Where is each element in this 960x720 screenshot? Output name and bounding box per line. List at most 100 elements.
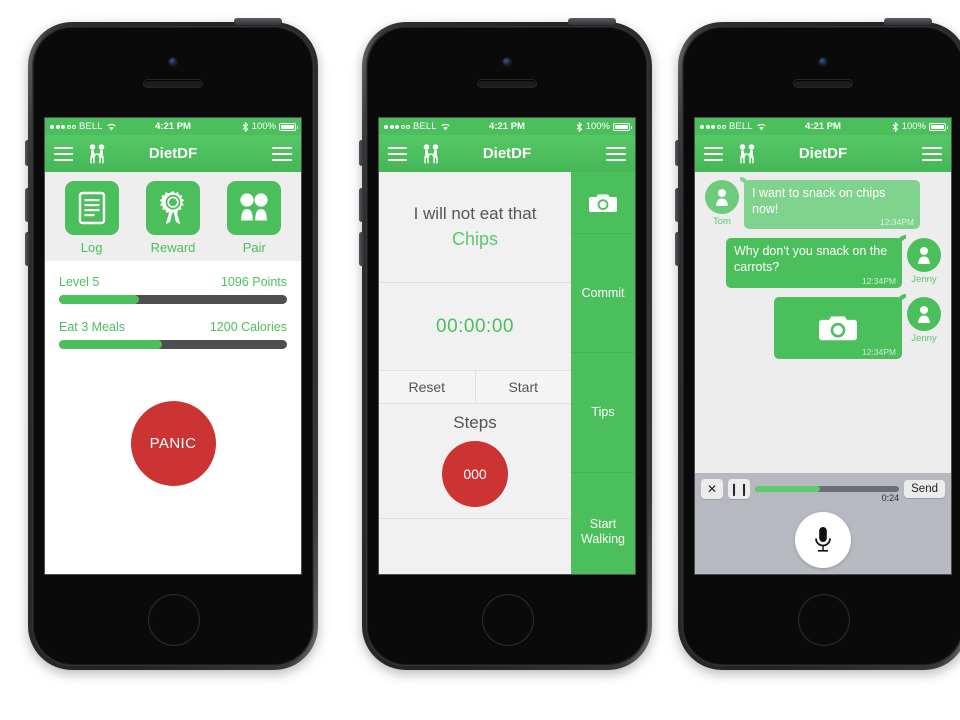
message-bubble[interactable]: I want to snack on chips now! 12:34PM (744, 180, 920, 230)
audio-progress-fill (755, 485, 820, 492)
front-camera (503, 58, 511, 66)
steps-counter[interactable]: 000 (442, 441, 508, 507)
person-icon (918, 305, 930, 323)
audio-elapsed: 0:24 (881, 492, 900, 503)
status-bar-left: BELL (50, 121, 117, 132)
audio-recorder-bar: ✕ ❙❙ 0:24 Send (695, 473, 951, 504)
chat-message: Jenny 12:34PM (702, 296, 944, 359)
signal-strength-icon (50, 124, 76, 129)
reset-button[interactable]: Reset (379, 371, 476, 403)
hamburger-menu-icon-right[interactable] (606, 146, 626, 161)
tile-log[interactable]: Log (56, 181, 128, 255)
pause-icon[interactable]: ❙❙ (728, 478, 750, 499)
home-button[interactable] (148, 594, 200, 646)
side-item-camera[interactable] (571, 172, 635, 234)
home-button[interactable] (798, 594, 850, 646)
document-icon (78, 191, 105, 225)
progress-row-level: Level 5 1096 Points (59, 275, 287, 304)
battery-icon (613, 122, 632, 131)
meals-progress-track (59, 340, 287, 349)
page-title: DietDF (148, 145, 198, 162)
volume-down-button[interactable] (675, 232, 680, 266)
earpiece-speaker (144, 80, 202, 87)
mute-switch[interactable] (359, 140, 364, 166)
avatar[interactable] (907, 296, 941, 331)
level-label: Level 5 (59, 275, 100, 289)
progress-row-level-head: Level 5 1096 Points (59, 275, 287, 289)
side-item-commit[interactable]: Commit (571, 234, 635, 354)
status-bar-left: BELL (384, 121, 451, 132)
volume-down-button[interactable] (359, 232, 364, 266)
calories-label: 1200 Calories (209, 320, 287, 334)
message-time: 12:34PM (861, 346, 896, 357)
message-bubble-photo[interactable]: 12:34PM (774, 296, 902, 359)
close-icon[interactable]: ✕ (701, 478, 723, 499)
hamburger-menu-icon-right[interactable] (272, 146, 292, 161)
side-item-tips[interactable]: Tips (571, 353, 635, 473)
two-people-icon[interactable] (419, 143, 443, 165)
home-button[interactable] (482, 594, 534, 646)
two-people-icon[interactable] (735, 143, 759, 165)
tile-pair[interactable]: Pair (218, 181, 290, 255)
status-bar: BELL 4:21 PM 100% (45, 118, 301, 135)
avatar[interactable] (907, 238, 941, 273)
bluetooth-icon (892, 121, 899, 132)
person-icon (918, 247, 930, 265)
status-bar-right: 100% (892, 121, 948, 132)
mute-switch[interactable] (25, 140, 30, 166)
two-people-icon[interactable] (85, 143, 109, 165)
message-text: Why don't you snack on the carrots? (734, 244, 888, 274)
wifi-icon (440, 123, 450, 131)
start-button[interactable]: Start (476, 371, 572, 403)
camera-icon (589, 193, 617, 212)
send-button[interactable]: Send (904, 479, 945, 498)
volume-down-button[interactable] (25, 232, 30, 266)
carrier-label: BELL (729, 121, 753, 132)
avatar[interactable] (705, 180, 739, 214)
sender-name: Tom (713, 216, 731, 227)
commitment-statement: I will not eat that (413, 204, 537, 223)
power-button[interactable] (234, 18, 282, 25)
two-people-icon (240, 193, 268, 221)
wifi-icon (756, 123, 766, 131)
hamburger-menu-icon[interactable] (388, 146, 407, 161)
tile-log-label: Log (80, 240, 103, 255)
microphone-button[interactable] (795, 512, 851, 568)
mute-switch[interactable] (675, 140, 680, 166)
volume-up-button[interactable] (675, 188, 680, 222)
audio-progress[interactable]: 0:24 (755, 485, 900, 503)
battery-icon (929, 122, 948, 131)
commit-side-menu: Commit Tips Start Walking (571, 172, 635, 574)
hamburger-menu-icon-right[interactable] (922, 146, 942, 161)
shortcut-tiles: Log Reward Pair (45, 172, 301, 261)
earpiece-speaker (478, 80, 536, 87)
battery-icon (279, 122, 298, 131)
volume-up-button[interactable] (359, 188, 364, 222)
status-bar: BELL 4:21 PM 100% (695, 118, 951, 135)
volume-up-button[interactable] (25, 188, 30, 222)
hamburger-menu-icon[interactable] (54, 146, 73, 161)
commit-main-column: I will not eat that Chips 00:00:00 Reset… (379, 172, 571, 574)
level-progress-track (59, 295, 287, 304)
chat-thread[interactable]: Tom I want to snack on chips now! 12:34P… (695, 172, 951, 473)
timer-card: 00:00:00 (379, 283, 571, 371)
phone-3: BELL 4:21 PM 100% DietDF Tom I want to s… (675, 18, 960, 672)
message-time: 12:34PM (879, 217, 914, 228)
message-text: I want to snack on chips now! (752, 186, 886, 216)
steps-card: Steps 000 (379, 404, 571, 574)
chat-message: Jenny Why don't you snack on the carrots… (702, 238, 944, 288)
progress-row-meals: Eat 3 Meals 1200 Calories (59, 320, 287, 349)
message-bubble[interactable]: Why don't you snack on the carrots? 12:3… (726, 238, 902, 288)
power-button[interactable] (568, 18, 616, 25)
side-item-start-walking[interactable]: Start Walking (571, 473, 635, 574)
tile-reward[interactable]: Reward (137, 181, 209, 255)
power-button[interactable] (884, 18, 932, 25)
panic-button[interactable]: PANIC (130, 401, 216, 486)
panic-section: PANIC (45, 375, 301, 486)
chat-sender: Tom (702, 180, 742, 229)
phone-3-screen: BELL 4:21 PM 100% DietDF Tom I want to s… (695, 118, 951, 574)
timer-button-row: Reset Start (379, 371, 571, 404)
hamburger-menu-icon[interactable] (704, 146, 723, 161)
person-icon (716, 189, 728, 206)
camera-icon (819, 315, 857, 340)
